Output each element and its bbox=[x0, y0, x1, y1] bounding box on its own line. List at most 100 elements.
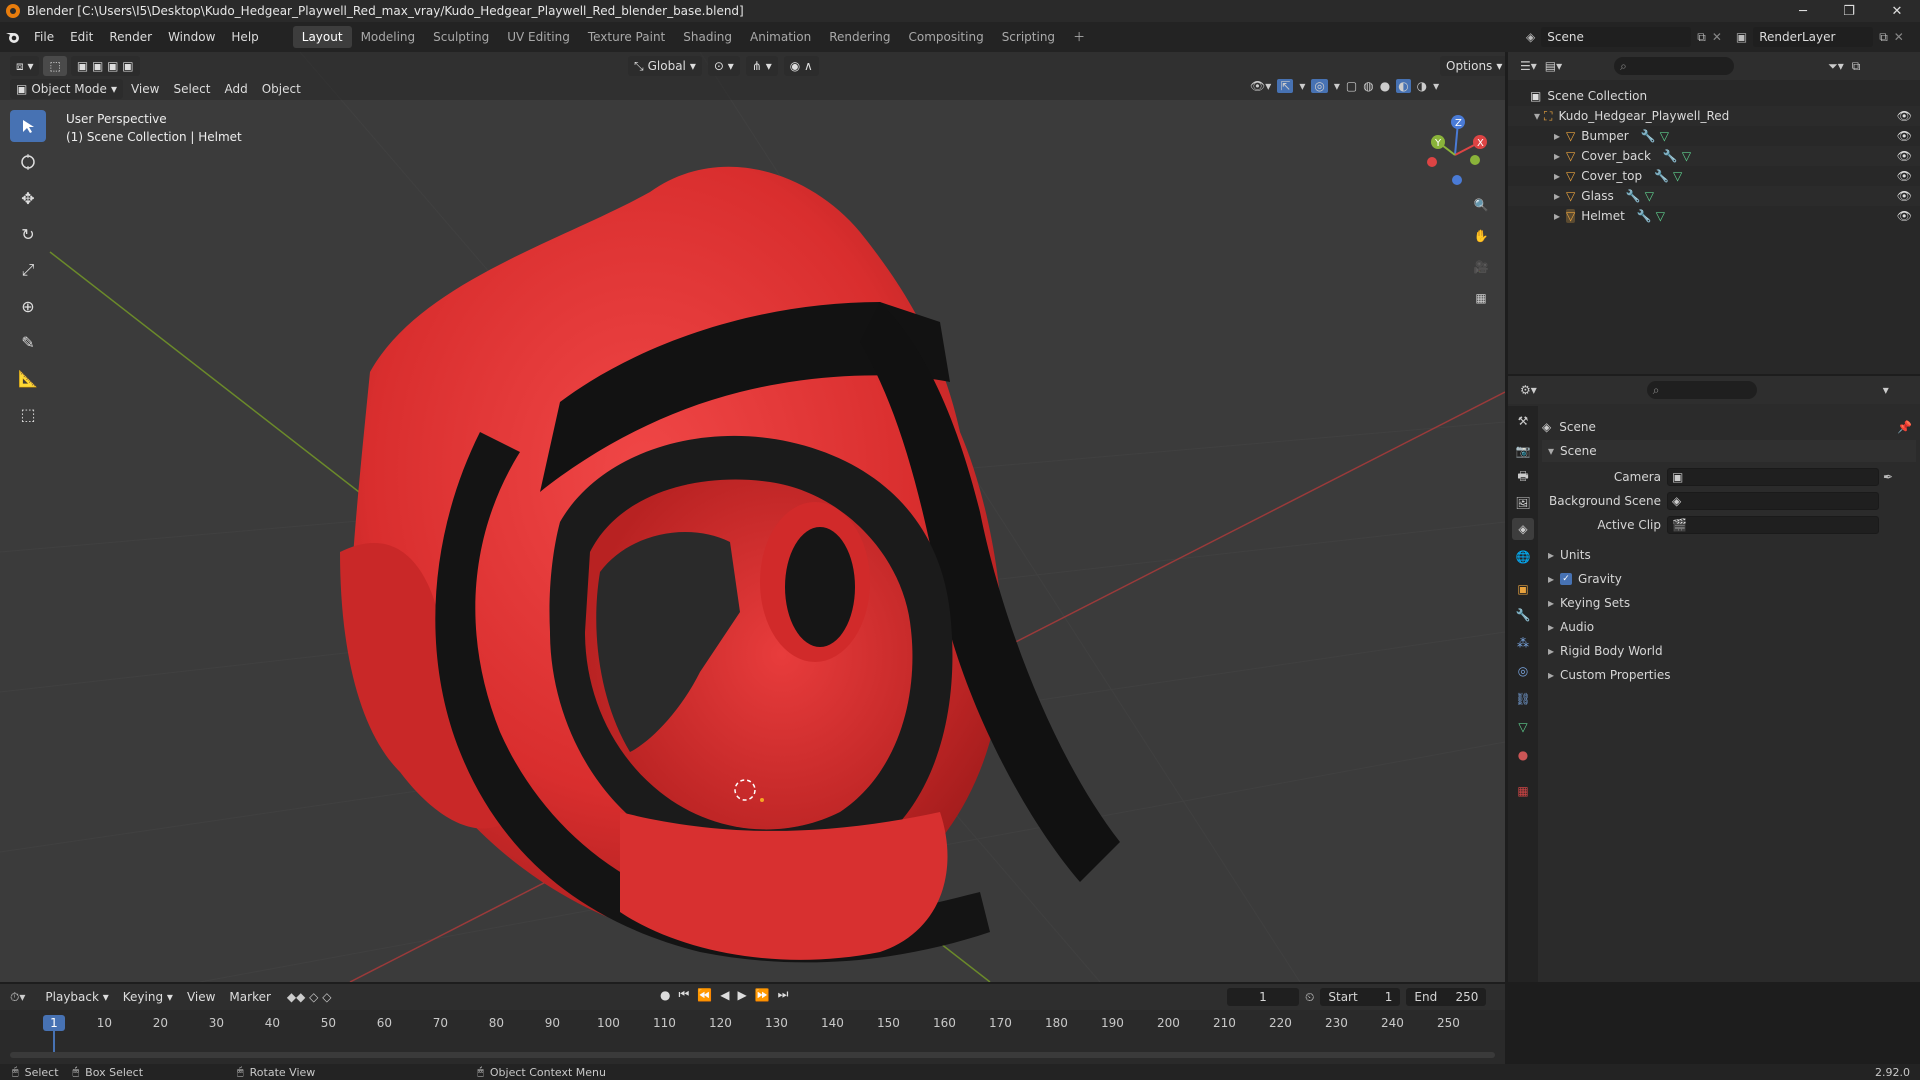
properties-search-input[interactable]: ⌕ bbox=[1646, 381, 1757, 399]
menu-edit[interactable]: Edit bbox=[62, 26, 101, 48]
scene-field[interactable]: Scene bbox=[1541, 27, 1692, 47]
tab-layout[interactable]: Layout bbox=[292, 26, 352, 48]
wireframe-shading-icon[interactable]: ◍ bbox=[1363, 79, 1373, 93]
outliner-item-helmet[interactable]: ▸ ▽ Helmet 🔧 ▽ 👁 bbox=[1508, 206, 1920, 226]
material-shading-icon[interactable]: ◐ bbox=[1396, 79, 1411, 93]
view-layer-field[interactable]: RenderLayer bbox=[1753, 27, 1874, 47]
active-clip-field[interactable]: 🎬 bbox=[1667, 516, 1879, 534]
expand-arrow-icon[interactable]: ▸ bbox=[1554, 189, 1560, 203]
xray-icon[interactable]: ▢ bbox=[1346, 79, 1357, 93]
scene-icon[interactable]: ◈ bbox=[1526, 30, 1535, 44]
overlay-toggle-icon[interactable]: ◎ bbox=[1311, 79, 1328, 93]
mesh-data-icon[interactable]: ▽ bbox=[1660, 129, 1669, 143]
properties-options-icon[interactable]: ▾ bbox=[1883, 383, 1889, 397]
view-layer-tab-icon[interactable]: 🖼 bbox=[1512, 492, 1534, 514]
viewport-menu-view[interactable]: View bbox=[125, 79, 165, 99]
pin-icon[interactable]: 📌 bbox=[1897, 420, 1912, 434]
transform-orientation-dropdown[interactable]: ⤡ Global ▾ bbox=[628, 56, 702, 76]
outliner-collection[interactable]: ▾ ⛶ Kudo_Hedgear_Playwell_Red 👁 bbox=[1508, 106, 1920, 126]
new-collection-icon[interactable]: ⧉ bbox=[1852, 59, 1861, 74]
object-tab-icon[interactable]: ▣ bbox=[1512, 578, 1534, 600]
gravity-checkbox[interactable]: ✓ bbox=[1560, 573, 1573, 585]
panel-scene-header[interactable]: ▾ Scene bbox=[1542, 440, 1916, 462]
transform-tool-icon[interactable]: ⊕ bbox=[10, 290, 46, 322]
tab-sculpting[interactable]: Sculpting bbox=[424, 26, 498, 48]
add-workspace-icon[interactable]: ＋ bbox=[1064, 26, 1094, 48]
visibility-eye-icon[interactable]: 👁 bbox=[1897, 129, 1912, 143]
viewport-menu-object[interactable]: Object bbox=[256, 79, 307, 99]
expand-arrow-icon[interactable]: ▸ bbox=[1554, 209, 1560, 223]
cursor-tool-icon[interactable] bbox=[10, 146, 46, 178]
texture-tab-icon[interactable]: ▦ bbox=[1512, 780, 1534, 802]
tab-animation[interactable]: Animation bbox=[741, 26, 820, 48]
tab-uv-editing[interactable]: UV Editing bbox=[498, 26, 579, 48]
navigation-gizmo[interactable]: Z X Y bbox=[1420, 110, 1490, 190]
eyedropper-icon[interactable]: ✒ bbox=[1883, 470, 1893, 484]
pan-hand-icon[interactable]: ✋ bbox=[1468, 223, 1494, 249]
outliner-item-cover-back[interactable]: ▸ ▽ Cover_back 🔧 ▽ 👁 bbox=[1508, 146, 1920, 166]
expand-arrow-icon[interactable]: ▸ bbox=[1548, 572, 1554, 586]
visibility-eye-icon[interactable]: 👁 bbox=[1897, 109, 1912, 123]
modifier-tab-icon[interactable]: 🔧 bbox=[1512, 604, 1534, 626]
outliner-root[interactable]: ▣ Scene Collection bbox=[1508, 86, 1920, 106]
mesh-data-icon[interactable]: ▽ bbox=[1682, 149, 1691, 163]
timeline-scrollbar[interactable] bbox=[10, 1052, 1495, 1058]
expand-arrow-icon[interactable]: ▸ bbox=[1554, 169, 1560, 183]
expand-arrow-icon[interactable]: ▾ bbox=[1534, 109, 1540, 123]
display-mode-icon[interactable]: ▤▾ bbox=[1545, 59, 1562, 73]
render-tab-icon[interactable]: 📷 bbox=[1512, 440, 1534, 462]
menu-help[interactable]: Help bbox=[223, 26, 266, 48]
gizmo-dropdown-icon[interactable]: ▾ bbox=[1299, 79, 1305, 93]
mesh-data-icon[interactable]: ▽ bbox=[1645, 189, 1654, 203]
camera-view-icon[interactable]: 🎥 bbox=[1468, 254, 1494, 280]
new-scene-icon[interactable]: ⧉ bbox=[1697, 30, 1706, 45]
minimize-button[interactable]: ─ bbox=[1780, 0, 1826, 22]
world-tab-icon[interactable]: 🌐 bbox=[1512, 546, 1534, 568]
modifier-wrench-icon[interactable]: 🔧 bbox=[1663, 149, 1678, 163]
close-button[interactable]: ✕ bbox=[1874, 0, 1920, 22]
modifier-wrench-icon[interactable]: 🔧 bbox=[1654, 169, 1669, 183]
perspective-grid-icon[interactable]: ▦ bbox=[1468, 285, 1494, 311]
select-box-icons[interactable]: ▣ ▣ ▣ ▣ bbox=[70, 56, 140, 76]
mode-dropdown[interactable]: ▣ Object Mode ▾ bbox=[10, 79, 123, 99]
filter-icon[interactable]: ⏷▾ bbox=[1828, 59, 1844, 74]
visibility-eye-icon[interactable]: 👁 bbox=[1897, 209, 1912, 223]
move-tool-icon[interactable]: ✥ bbox=[10, 182, 46, 214]
material-tab-icon[interactable]: ● bbox=[1512, 744, 1534, 766]
section-keying-sets[interactable]: ▸ Keying Sets bbox=[1542, 592, 1916, 614]
overlay-dropdown-icon[interactable]: ▾ bbox=[1334, 79, 1340, 93]
menu-window[interactable]: Window bbox=[160, 26, 223, 48]
outliner-item-glass[interactable]: ▸ ▽ Glass 🔧 ▽ 👁 bbox=[1508, 186, 1920, 206]
properties-editor-icon[interactable]: ⚙▾ bbox=[1520, 383, 1537, 397]
zoom-icon[interactable]: 🔍 bbox=[1468, 192, 1494, 218]
outliner-item-bumper[interactable]: ▸ ▽ Bumper 🔧 ▽ 👁 bbox=[1508, 126, 1920, 146]
rotate-tool-icon[interactable]: ↻ bbox=[10, 218, 46, 250]
expand-arrow-icon[interactable]: ▸ bbox=[1548, 668, 1554, 682]
expand-arrow-icon[interactable]: ▸ bbox=[1548, 596, 1554, 610]
section-audio[interactable]: ▸ Audio bbox=[1542, 616, 1916, 638]
mesh-data-icon[interactable]: ▽ bbox=[1673, 169, 1682, 183]
editor-type-button[interactable]: ⧈ ▾ bbox=[10, 56, 40, 76]
options-dropdown[interactable]: Options ▾ bbox=[1440, 56, 1505, 76]
menu-render[interactable]: Render bbox=[101, 26, 160, 48]
expand-arrow-icon[interactable]: ▾ bbox=[1548, 444, 1554, 458]
expand-arrow-icon[interactable]: ▸ bbox=[1548, 548, 1554, 562]
visibility-icon[interactable]: 👁▾ bbox=[1250, 79, 1271, 93]
3d-viewport[interactable]: ⧈ ▾ ⬚ ▣ ▣ ▣ ▣ ⤡ Global ▾ ⊙ ▾ ⋔ ▾ ◉ ∧ Opt… bbox=[0, 52, 1505, 982]
tab-compositing[interactable]: Compositing bbox=[899, 26, 992, 48]
camera-field[interactable]: ▣ bbox=[1667, 468, 1879, 486]
physics-tab-icon[interactable]: ◎ bbox=[1512, 660, 1534, 682]
visibility-eye-icon[interactable]: 👁 bbox=[1897, 189, 1912, 203]
tab-rendering[interactable]: Rendering bbox=[820, 26, 899, 48]
expand-arrow-icon[interactable]: ▸ bbox=[1554, 129, 1560, 143]
add-cube-tool-icon[interactable]: ⬚ bbox=[10, 398, 46, 430]
scene-tab-icon[interactable]: ◈ bbox=[1512, 518, 1534, 540]
measure-tool-icon[interactable]: 📐 bbox=[10, 362, 46, 394]
viewport-menu-add[interactable]: Add bbox=[218, 79, 253, 99]
select-mode-icon[interactable]: ⬚ bbox=[43, 56, 67, 76]
tab-shading[interactable]: Shading bbox=[674, 26, 741, 48]
new-view-layer-icon[interactable]: ⧉ bbox=[1879, 30, 1888, 45]
section-custom-properties[interactable]: ▸ Custom Properties bbox=[1542, 664, 1916, 686]
delete-scene-icon[interactable]: ✕ bbox=[1712, 30, 1722, 44]
outliner-item-cover-top[interactable]: ▸ ▽ Cover_top 🔧 ▽ 👁 bbox=[1508, 166, 1920, 186]
